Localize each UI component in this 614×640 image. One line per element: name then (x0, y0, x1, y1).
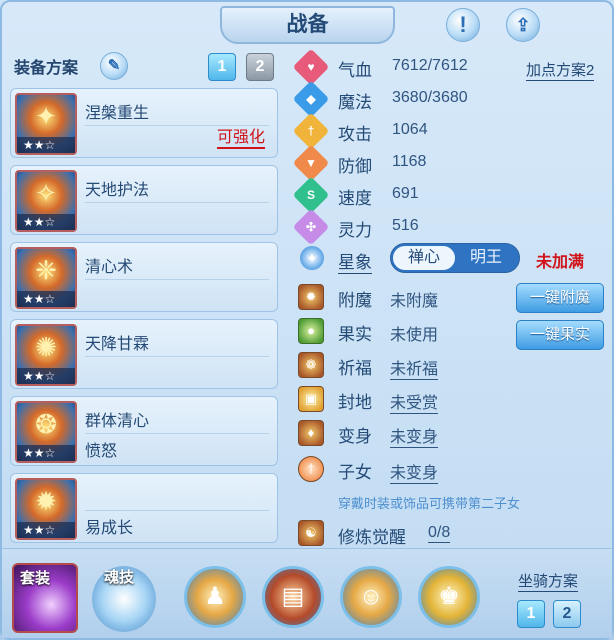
edit-pencil-icon[interactable]: ✎ (100, 52, 128, 80)
fief-label: 封地 (338, 393, 372, 412)
skill-trait: 易成长 (85, 520, 134, 537)
skill-growth-icon: ✹ ★★☆ (15, 478, 77, 540)
star-sign-status: 未加满 (536, 254, 585, 271)
skill-card[interactable]: ✦ ★★☆ 涅槃重生 可强化 (10, 88, 278, 158)
enchant-icon: ✹ (298, 284, 324, 310)
equipment-plan-1-button[interactable]: 1 (208, 53, 236, 81)
warrior-slot-icon[interactable]: ♟ (184, 566, 246, 628)
stat-row-defense: ▼ 防御 1168 (292, 144, 596, 182)
stat-row-mp: ◆ 魔法 3680/3680 (292, 80, 596, 118)
attack-icon: † (292, 112, 330, 150)
skill-card[interactable]: ✺ ★★☆ 天降甘霖 (10, 319, 278, 389)
mount-plan-label[interactable]: 坐骑方案 (518, 570, 579, 592)
golden-warrior-slot-icon[interactable]: ♚ (418, 566, 480, 628)
mount-plan-1-button[interactable]: 1 (517, 600, 545, 628)
suit-label: 套装 (20, 570, 51, 587)
enchant-value: 未附魔 (390, 293, 439, 310)
info-icon[interactable]: ! (446, 8, 480, 42)
cultivation-icon: ☯ (298, 520, 324, 546)
divider (85, 202, 269, 203)
soul-skill-label: 魂技 (104, 569, 135, 586)
divider (85, 279, 269, 280)
wall-slot-icon[interactable]: ▤ (262, 566, 324, 628)
toggle-option-mingwang[interactable]: 明王 (457, 246, 515, 270)
hero-slot-icon[interactable]: ☺ (340, 566, 402, 628)
divider (85, 510, 269, 511)
skill-card[interactable]: ✧ ★★☆ 天地护法 (10, 165, 278, 235)
transform-icon: ♦ (298, 420, 324, 446)
skill-nirvana-icon: ✦ ★★☆ (15, 93, 77, 155)
skill-name: 群体清心 (85, 413, 150, 430)
bless-icon: ❁ (298, 352, 324, 378)
spirit-icon: ✣ (292, 208, 330, 246)
divider (85, 125, 269, 126)
fruit-icon: ● (298, 318, 324, 344)
star-sign-icon: ✦ (300, 246, 324, 270)
skill-card[interactable]: ❂ ★★☆ 群体清心 愤怒 (10, 396, 278, 466)
child-icon: † (298, 456, 324, 482)
star-sign-label[interactable]: 星象 (338, 248, 372, 274)
skill-name: 天降甘霖 (85, 336, 150, 353)
skill-name: 天地护法 (85, 182, 150, 199)
share-icon[interactable]: ⇪ (506, 8, 540, 42)
skill-name: 清心术 (85, 259, 134, 276)
one-click-enchant-button[interactable]: 一键附魔 (516, 283, 604, 313)
enchant-label: 附魔 (338, 291, 372, 310)
mana-icon: ◆ (292, 80, 330, 118)
stat-row-attack: † 攻击 1064 (292, 112, 596, 150)
skill-group-clear-icon: ❂ ★★☆ (15, 401, 77, 463)
page-title: 战备 (220, 6, 395, 44)
skill-card[interactable]: ✹ ★★☆ 易成长 (10, 473, 278, 543)
bless-label: 祈福 (338, 359, 372, 378)
fruit-label: 果实 (338, 325, 372, 344)
fief-icon: ▣ (298, 386, 324, 412)
defense-icon: ▼ (292, 144, 330, 182)
divider (85, 356, 269, 357)
bless-value[interactable]: 未祈福 (390, 355, 439, 380)
skill-guardian-icon: ✧ ★★☆ (15, 170, 77, 232)
skill-rain-icon: ✺ ★★☆ (15, 324, 77, 386)
cultivation-value[interactable]: 0/8 (428, 524, 451, 543)
stat-row-speed: S 速度 691 (292, 176, 596, 214)
divider (85, 433, 269, 434)
stat-row-hp: ♥ 气血 7612/7612 (292, 48, 596, 86)
fruit-value: 未使用 (390, 327, 439, 344)
mount-plan-2-button[interactable]: 2 (553, 600, 581, 628)
one-click-fruit-button[interactable]: 一键果实 (516, 320, 604, 350)
suit-slot[interactable]: 套装 (12, 563, 78, 633)
equipment-plan-2-button[interactable]: 2 (246, 53, 274, 81)
enhance-link[interactable]: 可强化 (216, 129, 265, 149)
fief-value[interactable]: 未受赏 (390, 389, 439, 414)
skill-trait: 愤怒 (85, 443, 118, 460)
equipment-plan-label: 装备方案 (14, 60, 79, 77)
transform-value[interactable]: 未变身 (390, 423, 439, 448)
toggle-option-chanxin[interactable]: 禅心 (393, 246, 455, 270)
soul-skill-slot[interactable]: 魂技 (92, 566, 156, 632)
speed-icon: S (292, 176, 330, 214)
transform-label: 变身 (338, 427, 372, 446)
child-hint-text: 穿戴时装或饰品可携带第二子女 (338, 496, 521, 511)
cultivation-label: 修炼觉醒 (338, 528, 406, 547)
skill-clear-mind-icon: ❈ ★★☆ (15, 247, 77, 309)
stat-row-spirit: ✣ 灵力 516 (292, 208, 596, 246)
star-sign-toggle[interactable]: 禅心 明王 (390, 243, 520, 273)
skill-name: 涅槃重生 (85, 105, 150, 122)
child-label: 子女 (338, 463, 372, 482)
heart-icon: ♥ (292, 48, 330, 86)
child-value[interactable]: 未变身 (390, 459, 439, 484)
skill-card[interactable]: ❈ ★★☆ 清心术 (10, 242, 278, 312)
